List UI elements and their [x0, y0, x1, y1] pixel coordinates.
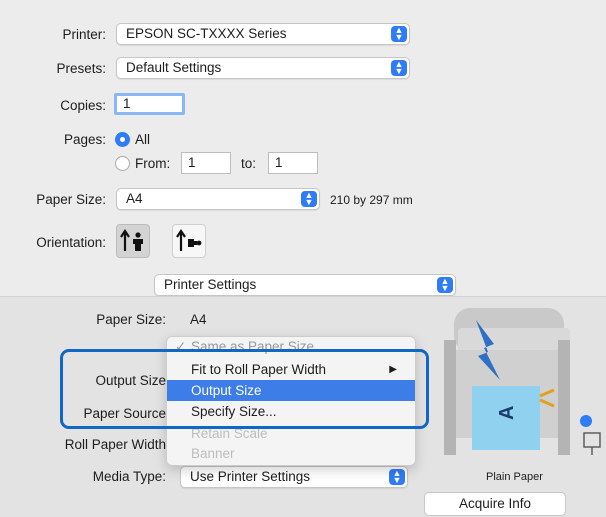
pages-from-field[interactable]: 1: [181, 152, 231, 174]
menu-item-banner[interactable]: Banner: [167, 443, 415, 464]
chevron-updown-icon: ▲ ▼: [437, 277, 453, 293]
presets-value: Default Settings: [126, 60, 222, 75]
ps-paper-size-label: Paper Size:: [96, 312, 166, 327]
chevron-updown-icon: ▲ ▼: [391, 60, 407, 76]
media-caption: Plain Paper: [486, 471, 543, 483]
copies-label: Copies:: [60, 98, 106, 113]
ps-paper-size-value: A4: [190, 312, 207, 327]
pages-all-radio[interactable]: [115, 132, 130, 147]
section-popup-value: Printer Settings: [164, 277, 257, 292]
highlight-callout: [60, 349, 429, 429]
pages-to-field[interactable]: 1: [268, 152, 318, 174]
printer-illustration-icon: A: [444, 308, 601, 455]
acquire-info-button[interactable]: Acquire Info: [424, 492, 566, 516]
copies-field[interactable]: 1: [114, 93, 185, 115]
presets-label: Presets:: [56, 61, 106, 76]
chevron-updown-icon: ▲ ▼: [389, 469, 405, 485]
pages-from-radio[interactable]: [115, 156, 130, 171]
paper-size-label: Paper Size:: [36, 192, 106, 207]
landscape-button[interactable]: [172, 224, 206, 258]
pages-to-label: to:: [241, 156, 257, 171]
printer-value: EPSON SC-TXXXX Series: [126, 26, 287, 41]
svg-text:A: A: [496, 406, 518, 420]
media-type-label: Media Type:: [92, 469, 166, 484]
pages-all-label: All: [135, 132, 151, 147]
landscape-icon: [176, 229, 202, 251]
menu-item-label: Banner: [191, 446, 235, 461]
pages-label: Pages:: [63, 132, 106, 147]
pages-from-label: From:: [135, 156, 171, 171]
chevron-updown-icon: ▲ ▼: [391, 26, 407, 42]
media-type-value: Use Printer Settings: [190, 469, 311, 484]
paper-size-popup[interactable]: A4 ▲ ▼: [116, 188, 320, 210]
paper-size-value: A4: [126, 191, 143, 206]
roll-width-label: Roll Paper Width: [64, 437, 166, 452]
chevron-updown-icon: ▲ ▼: [301, 191, 317, 207]
printer-label: Printer:: [62, 27, 106, 42]
portrait-button[interactable]: [116, 224, 150, 258]
orientation-label: Orientation:: [36, 235, 106, 250]
presets-popup[interactable]: Default Settings ▲ ▼: [116, 57, 410, 79]
printer-popup[interactable]: EPSON SC-TXXXX Series ▲ ▼: [116, 23, 410, 45]
media-type-popup[interactable]: Use Printer Settings ▲ ▼: [180, 466, 408, 488]
paper-dimensions: 210 by 297 mm: [330, 193, 413, 207]
portrait-icon: [120, 229, 143, 251]
section-popup[interactable]: Printer Settings ▲ ▼: [154, 274, 456, 296]
